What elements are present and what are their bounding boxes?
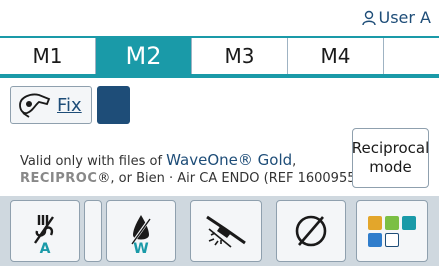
note-punct: , [292,154,297,169]
settings-icon-2 [385,215,399,230]
user-label: User A [378,8,432,27]
tab-spacer [384,38,439,74]
tab-label: M2 [125,42,162,70]
reciprocal-label-1: Reciprocal [351,139,430,157]
spray-separator [84,200,102,262]
color-swatch[interactable] [97,86,130,124]
reciproc-brand: RECIPROC [20,171,98,186]
compatibility-line1: Valid only with files of WaveOne® Gold, [20,152,361,170]
waveone-brand: WaveOne [166,151,238,169]
note-text-2: ®, or Bien · Air CA ENDO (REF 1600955) [97,171,361,186]
note-text: Valid only with files of [20,154,167,169]
settings-icon-1 [368,215,382,230]
bottom-toolbar: A W [0,196,439,266]
divider [0,76,439,78]
air-spray-button[interactable]: A [10,200,80,262]
compatibility-note: Valid only with files of WaveOne® Gold, … [20,152,361,187]
air-letter: A [39,241,51,257]
water-letter: W [133,241,149,257]
compatibility-line2: RECIPROC®, or Bien · Air CA ENDO (REF 16… [20,170,361,187]
water-spray-button[interactable]: W [106,200,176,262]
handpiece-light-icon [206,215,246,248]
reciprocal-mode-button[interactable]: Reciprocal mode [352,128,429,188]
settings-icon-3 [402,215,416,230]
settings-icon-5 [385,232,399,247]
user-icon [361,10,376,25]
fix-label: Fix [57,94,82,116]
settings-menu-button[interactable] [356,200,428,262]
top-bar: User A [0,0,439,33]
tab-m4[interactable]: M4 [288,38,384,74]
settings-icon-4 [368,232,382,247]
mode-tabs: M1 M2 M3 M4 [0,36,439,76]
tab-label: M3 [224,44,255,68]
handpiece-icon [19,93,51,118]
user-indicator[interactable]: User A [361,8,432,27]
disable-button[interactable] [276,200,346,262]
settings-icon-grid [368,215,416,247]
fix-button[interactable]: Fix [10,86,92,124]
tab-label: M1 [32,44,63,68]
tab-m2[interactable]: M2 [96,38,192,74]
disabled-icon [295,215,327,247]
waveone-suffix: ® Gold [237,151,293,169]
light-button[interactable] [190,200,262,262]
tab-m1[interactable]: M1 [0,38,96,74]
tab-label: M4 [320,44,351,68]
tab-m3[interactable]: M3 [192,38,288,74]
reciprocal-label-2: mode [369,158,412,176]
